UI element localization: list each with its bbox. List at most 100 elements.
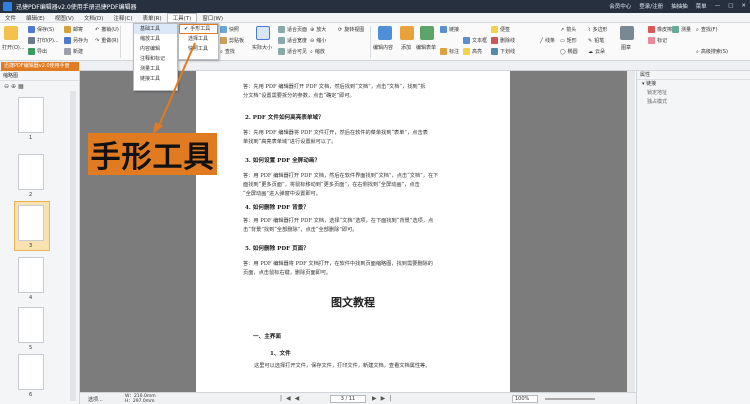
page-nav-first-prev[interactable]: |◀◀ [280, 395, 303, 402]
zoom-select[interactable]: 100% [512, 395, 538, 403]
mark-button[interactable]: 标记 [648, 37, 667, 44]
eraser-button[interactable]: 橡皮擦 [648, 26, 672, 33]
pencil-button[interactable]: ✎ 铅笔 [588, 37, 604, 45]
menu-window[interactable]: 窗口(W) [197, 14, 228, 22]
properties-section-link[interactable]: ▾ 链接 [637, 80, 750, 89]
actual-size-button[interactable]: 实际大小 [252, 44, 272, 51]
add-button[interactable]: 添加 [401, 44, 411, 51]
paragraph: 答：用 PDF 编辑器打开 PDF 文档，选择“文档”选项，在下面找到“背景”选… [243, 218, 434, 224]
thumbnail-toolbar[interactable]: ⊖⊕▦ [4, 83, 26, 90]
properties-panel: 属性 ▾ 链接 锁定地址 独占模式 [636, 71, 750, 404]
oval-icon: ◯ [560, 48, 566, 55]
thumbnail-scrollbar[interactable] [70, 91, 76, 401]
note-button[interactable]: 便签 [491, 26, 510, 33]
menu-basic-tools[interactable]: 基础工具 [134, 24, 177, 34]
underline-button[interactable]: 下划线 [491, 48, 515, 55]
link-button[interactable]: 链接 [440, 26, 459, 33]
measure-button[interactable]: 测量 [672, 26, 691, 33]
line-icon: ╱ [540, 37, 544, 44]
redo-button[interactable]: ↷ 重做(R) [95, 37, 119, 45]
thumbnail-page-4[interactable] [18, 257, 44, 293]
question-heading: 3. 如何设置 PDF 全屏动画？ [245, 158, 321, 164]
stamp-button[interactable]: 图章 [621, 44, 631, 51]
export-button[interactable]: 导出 [28, 48, 47, 55]
maximize-icon[interactable]: □ [728, 3, 733, 9]
page-nav-next-last[interactable]: ▶▶| [372, 395, 395, 402]
hand-tool-item[interactable]: ✔ 手形工具 [179, 24, 218, 34]
thumbnail-page-5[interactable] [18, 307, 44, 343]
redo-icon: ↷ [95, 37, 100, 44]
thumbnail-label-6: 6 [29, 392, 33, 398]
print-button[interactable]: 打印(P)... [28, 37, 59, 44]
question-heading: 5. 如何删除 PDF 页面？ [245, 246, 309, 252]
callout-button[interactable]: 标注 [440, 48, 459, 55]
zoom-tool-button[interactable]: ⌕ 缩放 [310, 48, 325, 56]
zoom-out-icon: ⊖ [310, 37, 315, 44]
polyline-button[interactable]: ⌇ 多边形 [588, 26, 607, 34]
menu-edit[interactable]: 编辑(E) [21, 14, 50, 22]
zoom-in-icon: ⊕ [310, 26, 315, 33]
property-row-lock[interactable]: 锁定地址 [637, 89, 750, 98]
menu-file[interactable]: 文件 [0, 14, 21, 22]
arrow-button[interactable]: ↗ 箭头 [560, 26, 576, 34]
vip-center-link[interactable]: 会员中心 [609, 2, 631, 10]
page-number-input[interactable]: 3 / 11 [330, 395, 366, 403]
question-heading: 4. 如何删除 PDF 背景？ [245, 205, 309, 211]
rect-button[interactable]: ▭ 矩形 [560, 37, 577, 45]
fit-page-button[interactable]: 适合页面 [278, 26, 307, 33]
thumbnail-page-1[interactable] [18, 97, 44, 133]
saveas-button[interactable]: 另存为 [64, 37, 88, 44]
cloud-button[interactable]: ☁ 云朵 [588, 48, 605, 56]
thumbnail-page-2[interactable] [18, 154, 44, 190]
document-tab[interactable]: 迅捷PDF编辑器v2.0使用手册 [1, 62, 79, 71]
menu-comment[interactable]: 注释(C) [108, 14, 137, 22]
zoom-in-button[interactable]: ⊕ 放大 [310, 26, 326, 34]
edit-form-button[interactable]: 编辑表单 [416, 44, 436, 51]
edit-content-button[interactable]: 编辑内容 [373, 44, 393, 51]
app-logo-icon [3, 2, 12, 11]
rectangle-icon: ▭ [560, 37, 565, 44]
magnifier-icon: ⌕ [310, 48, 313, 55]
mode-select[interactable]: 选项... [88, 396, 103, 403]
undo-button[interactable]: ↶ 撤销(U) [95, 26, 119, 34]
line-button[interactable]: ╱ 线条 [540, 37, 555, 45]
minimize-icon[interactable]: — [715, 3, 721, 9]
zoom-slider[interactable] [545, 398, 595, 400]
menu-form[interactable]: 表单(R) [138, 14, 167, 22]
snapshot-button[interactable]: 快照 [220, 26, 239, 33]
login-link[interactable]: 登录/注册 [639, 2, 663, 10]
menu-tools[interactable]: 工具(T) [166, 12, 198, 23]
thumbnail-panel: 缩略图 ⊖⊕▦ 1 2 3 4 5 6 [0, 71, 80, 404]
save-button[interactable]: 保存(S) [28, 26, 54, 33]
thumbnail-page-3[interactable] [18, 205, 44, 241]
email-button[interactable]: 邮寄 [64, 26, 83, 33]
share-link[interactable]: 抽抽抽 [671, 2, 688, 10]
menu-document[interactable]: 文档(D) [79, 14, 109, 22]
paragraph: “全屏动画”进入弹窗中设置即可。 [243, 191, 321, 197]
open-button[interactable]: 打开(O)... [2, 44, 25, 51]
advanced-search-button[interactable]: ⌕ 高级搜索(S) [696, 48, 728, 56]
find-button[interactable]: ⌕ 查找 [220, 48, 235, 56]
clipboard-button[interactable]: 剪贴板 [220, 37, 244, 44]
menu-link[interactable]: 菜单 [696, 2, 707, 10]
oval-button[interactable]: ◯ 椭圆 [560, 48, 578, 56]
open-icon [4, 26, 18, 40]
fit-width-button[interactable]: 适合宽度 [278, 37, 307, 44]
close-icon[interactable]: ✕ [741, 3, 746, 9]
property-row-mode[interactable]: 独占模式 [637, 98, 750, 107]
highlight-button[interactable]: 高亮 [463, 48, 482, 55]
text-box-button[interactable]: 文本框 [463, 37, 487, 44]
menu-view[interactable]: 视图(V) [50, 14, 79, 22]
check-icon: ✔ [184, 26, 189, 32]
title-bar: 迅捷PDF编辑器v2.0使用手册迅捷PDF编辑器 会员中心 登录/注册 抽抽抽 … [0, 0, 750, 13]
rotate-view-button[interactable]: ⟳ 旋转视图 [338, 26, 364, 34]
zoom-out-button[interactable]: ⊖ 缩小 [310, 37, 326, 45]
pointer-arrow [153, 42, 196, 134]
document-scrollbar[interactable] [627, 71, 635, 392]
strikeout-button[interactable]: 删除线 [491, 37, 515, 44]
new-button[interactable]: 新建 [64, 48, 83, 55]
thumbnail-page-6[interactable] [18, 354, 44, 390]
search-button[interactable]: ⌕ 查找(F) [696, 26, 718, 34]
fit-visible-button[interactable]: 适合可见 [278, 48, 307, 55]
textbox-icon [463, 37, 470, 44]
